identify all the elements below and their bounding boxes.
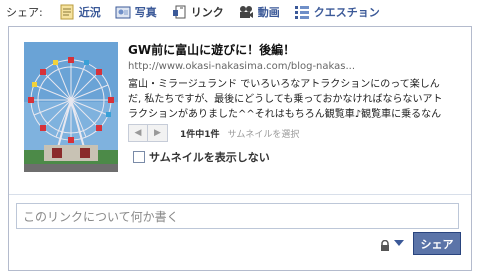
share-button[interactable]: シェア (413, 232, 461, 255)
share-label: シェア: (6, 6, 43, 19)
no-thumbnail-option[interactable]: サムネイルを表示しない (133, 149, 270, 165)
tab-status[interactable]: 近況 (59, 4, 101, 20)
link-attachment: GW前に富山に遊びに！後編！ http://www.okasi-nakasima… (9, 27, 471, 195)
photo-icon (115, 4, 131, 20)
chevron-right-icon: ▶ (154, 128, 161, 138)
comment-placeholder: このリンクについて何か書く (23, 209, 179, 224)
composer-panel: GW前に富山に遊びに！後編！ http://www.okasi-nakasima… (8, 26, 472, 271)
chevron-left-icon: ◀ (134, 128, 142, 138)
no-thumbnail-label: サムネイルを表示しない (149, 151, 270, 164)
no-thumbnail-checkbox[interactable] (133, 151, 145, 163)
tab-link[interactable]: リンク (171, 4, 224, 20)
video-icon (238, 4, 254, 20)
thumbnail-count: 1件中1件 (180, 129, 220, 140)
tab-video-label: 動画 (257, 6, 280, 19)
share-bar: シェア: 近況 写真 リンク 動画 クエスチョン (6, 0, 394, 24)
next-thumbnail-button[interactable]: ▶ (148, 124, 168, 142)
tab-question-label: クエスチョン (313, 6, 380, 19)
link-icon (171, 4, 187, 20)
prev-thumbnail-button[interactable]: ◀ (128, 124, 148, 142)
choose-thumbnail-label: サムネイルを選択 (227, 129, 300, 140)
lock-icon (379, 237, 391, 251)
tab-video[interactable]: 動画 (238, 4, 280, 20)
link-title[interactable]: GW前に富山に遊びに！後編！ (128, 41, 448, 58)
status-icon (59, 4, 75, 20)
chevron-down-icon (394, 240, 404, 246)
comment-input[interactable]: このリンクについて何か書く (16, 203, 459, 229)
tab-link-label: リンク (190, 6, 224, 19)
tab-photo[interactable]: 写真 (115, 4, 157, 20)
thumbnail-pager: ◀ ▶ 1件中1件 サムネイルを選択 (128, 124, 299, 142)
tab-question[interactable]: クエスチョン (294, 4, 380, 20)
tab-status-label: 近況 (78, 6, 101, 19)
tab-photo-label: 写真 (134, 6, 157, 19)
link-description[interactable]: 富山・ミラージュランド でいろいろなアトラクションにのって楽しんだ, 私たちです… (128, 77, 448, 123)
link-thumbnail[interactable] (24, 42, 118, 172)
link-url: http://www.okasi-nakasima.com/blog-nakas… (128, 61, 356, 72)
question-icon (294, 4, 310, 20)
privacy-selector[interactable] (379, 237, 404, 251)
link-info: GW前に富山に遊びに！後編！ http://www.okasi-nakasima… (128, 41, 448, 123)
